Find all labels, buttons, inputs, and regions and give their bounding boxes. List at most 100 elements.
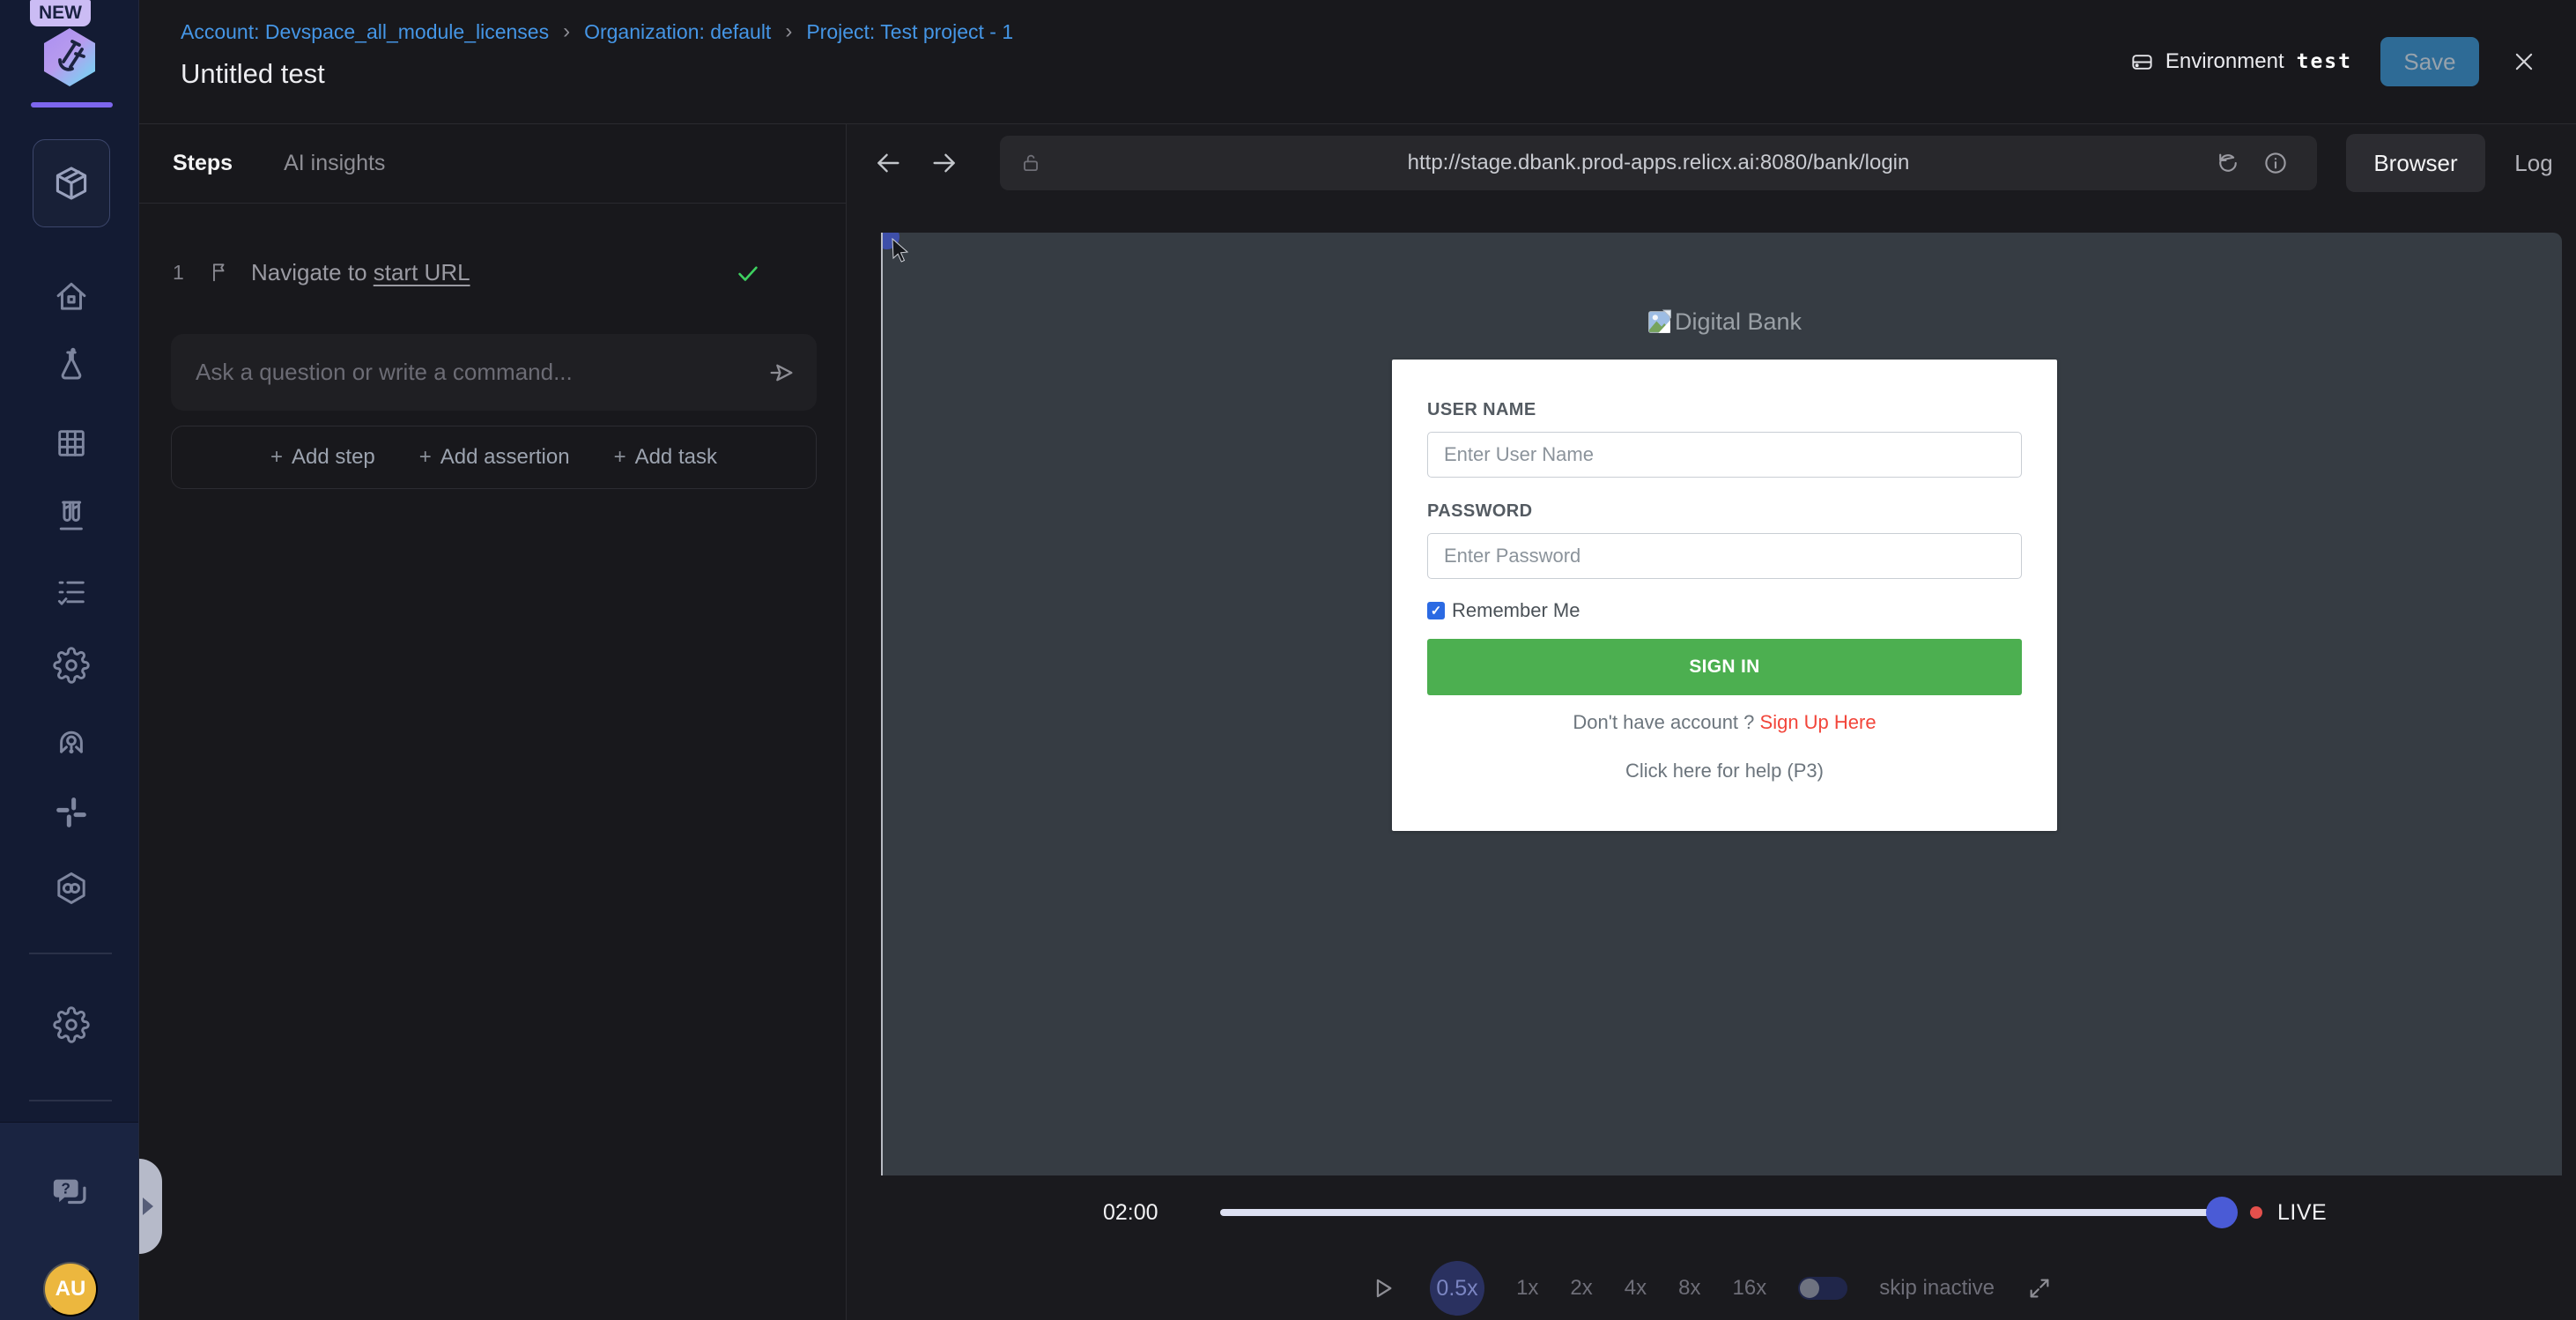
browser-viewport[interactable]: Digital Bank USER NAME PASSWORD ✓ Rememb… [881,233,2562,1175]
test-tubes-icon [53,497,90,534]
checkbox-checked-icon: ✓ [1427,602,1445,619]
bank-logo: Digital Bank [1392,308,2057,336]
sidebar-item-slack[interactable] [52,793,91,832]
signup-prefix: Don't have account ? [1573,711,1759,733]
browser-pane: http://stage.dbank.prod-apps.relicx.ai:8… [847,123,2576,1320]
svg-text:?: ? [61,1180,70,1198]
info-icon [2262,150,2291,176]
add-step-label: Add step [292,445,375,470]
grid-icon [54,426,89,461]
help-link[interactable]: Click here for help (P3) [1427,760,2022,782]
hexagon-link-icon [53,870,90,907]
explore-icon [53,722,90,759]
tab-log-view[interactable]: Log [2503,134,2565,192]
browser-forward-button[interactable] [929,147,961,179]
new-badge: NEW [30,0,91,26]
seek-handle[interactable] [2206,1197,2238,1228]
speed-0-5x-button[interactable]: 0.5x [1430,1261,1484,1316]
arrow-right-icon [929,148,961,178]
breadcrumb-organization-link[interactable]: Organization: default [584,20,771,44]
logo-underline [31,102,113,108]
login-card: USER NAME PASSWORD ✓ Remember Me SIGN IN… [1392,360,2057,831]
toggle-knob [1800,1279,1819,1298]
tab-steps[interactable]: Steps [173,151,233,176]
send-icon [767,359,796,387]
panel-tabs: Steps AI insights [139,124,846,204]
chevron-right-icon: › [785,19,792,44]
save-button[interactable]: Save [2380,37,2479,86]
step-passed-check-icon [735,260,761,286]
info-button[interactable] [2262,149,2291,177]
tab-browser-view[interactable]: Browser [2346,134,2485,192]
sign-up-link[interactable]: Sign Up Here [1760,711,1876,733]
seek-bar[interactable] [1220,1209,2214,1216]
home-icon [53,278,90,315]
playback-controls: 0.5x 1x 2x 4x 8x 16x skip inactive [847,1259,2576,1317]
tab-ai-insights[interactable]: AI insights [284,151,385,176]
fullscreen-button[interactable] [2026,1274,2054,1302]
url-bar[interactable]: http://stage.dbank.prod-apps.relicx.ai:8… [1000,136,2317,190]
sidebar-item-explore[interactable] [52,721,91,760]
checklist-icon [54,575,89,610]
username-field[interactable] [1427,432,2022,478]
sidebar-item-home[interactable] [52,278,91,316]
password-label: PASSWORD [1427,501,2022,522]
environment-selector[interactable]: Environment test [2130,49,2352,74]
url-text: http://stage.dbank.prod-apps.relicx.ai:8… [1000,136,2317,190]
start-url-link[interactable]: start URL [374,259,470,286]
sidebar-item-settings[interactable] [52,646,91,685]
play-button[interactable] [1368,1273,1398,1303]
browser-back-button[interactable] [873,147,905,179]
app-logo-icon[interactable] [41,26,99,88]
password-field[interactable] [1427,533,2022,579]
command-input[interactable]: Ask a question or write a command... [171,334,817,411]
username-label: USER NAME [1427,400,2022,420]
flag-icon [209,261,232,284]
add-step-button[interactable]: +Add step [270,445,375,470]
speed-4x-button[interactable]: 4x [1625,1276,1647,1301]
breadcrumb-account-link[interactable]: Account: Devspace_all_module_licenses [181,20,549,44]
remember-me-checkbox[interactable]: ✓ Remember Me [1427,599,2022,622]
speed-2x-button[interactable]: 2x [1570,1276,1592,1301]
plus-icon: + [419,445,432,470]
sidebar-item-integrations[interactable] [52,869,91,908]
sidebar-item-tests[interactable] [52,346,91,385]
user-avatar[interactable]: AU [43,1262,98,1316]
breadcrumb: Account: Devspace_all_module_licenses › … [181,19,1013,44]
panel-expand-handle[interactable] [139,1159,162,1254]
step-number: 1 [173,261,187,285]
remote-cursor-icon [883,233,922,271]
help-button[interactable]: ? [50,1171,93,1213]
sidebar-item-test-builder[interactable] [33,139,110,227]
command-input-placeholder: Ask a question or write a command... [196,359,767,386]
sidebar-item-suites[interactable] [52,424,91,463]
live-label: LIVE [2277,1186,2327,1239]
sign-in-button[interactable]: SIGN IN [1427,639,2022,695]
skip-inactive-toggle[interactable] [1798,1277,1847,1300]
add-task-button[interactable]: +Add task [614,445,717,470]
play-icon [1368,1274,1398,1302]
avatar-initials: AU [56,1277,86,1301]
broken-image-icon [1647,308,1672,336]
page-title: Untitled test [181,58,325,90]
sidebar-item-results[interactable] [52,573,91,612]
environment-icon [2130,50,2154,74]
triangle-right-icon [143,1198,153,1215]
sidebar-item-admin-settings[interactable] [52,1005,91,1044]
refresh-button[interactable] [2215,149,2243,177]
plus-icon: + [614,445,626,470]
skip-inactive-label: skip inactive [1879,1276,1995,1301]
close-button[interactable] [2511,46,2543,78]
speed-8x-button[interactable]: 8x [1678,1276,1700,1301]
add-assertion-label: Add assertion [440,445,570,470]
send-command-button[interactable] [767,359,796,387]
sidebar-item-runs[interactable] [52,496,91,535]
add-assertion-button[interactable]: + Add assertion [419,445,570,470]
signup-line: Don't have account ? Sign Up Here [1427,711,2022,734]
step-label-prefix: Navigate to [251,259,374,286]
breadcrumb-project-link[interactable]: Project: Test project - 1 [806,20,1013,44]
speed-1x-button[interactable]: 1x [1516,1276,1538,1301]
speed-16x-button[interactable]: 16x [1733,1276,1767,1301]
step-row[interactable]: 1 Navigate to start URL [173,251,812,293]
sidebar-divider [29,1100,112,1101]
